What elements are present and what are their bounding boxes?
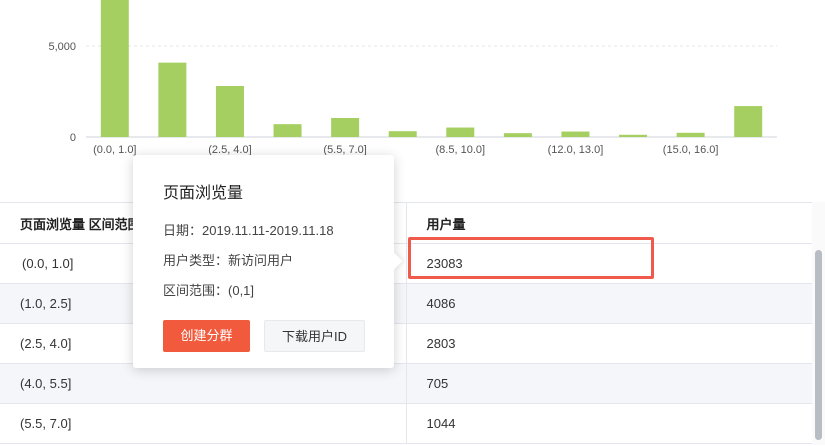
chart-x-tick-label: (8.5, 10.0]	[436, 144, 486, 156]
range-label: 区间范围：	[163, 283, 229, 298]
user-type-label: 用户类型：	[163, 253, 229, 268]
data-table-container: 页面浏览量 区间范围 用户量 (0.0, 1.0] 23083 (1.0, 2.…	[0, 202, 812, 446]
chart-bar[interactable]	[273, 124, 302, 137]
column-header-users[interactable]: 用户量	[406, 203, 812, 244]
bar-chart: 05,000 (0.0, 1.0] (2.5, 4.0] (5.5, 7.0] (8.…	[48, 0, 777, 156]
table-row[interactable]: (5.5, 7.0] 1044	[0, 403, 812, 444]
data-table: 页面浏览量 区间范围 用户量 (0.0, 1.0] 23083 (1.0, 2.…	[0, 203, 812, 444]
chart-y-tick-label: 0	[70, 132, 76, 144]
chart-bar[interactable]	[619, 134, 648, 137]
chart-y-ticks: 0 5,000	[48, 41, 76, 144]
chart-bar[interactable]	[676, 132, 705, 137]
popover-title: 页面浏览量	[163, 185, 244, 202]
cell-range[interactable]: (4.0, 5.5]	[0, 363, 407, 404]
chart-bars	[100, 0, 763, 138]
chart-bar[interactable]	[100, 0, 129, 137]
popover-range-row: 区间范围：(0,1]	[163, 280, 254, 299]
table-header-row: 页面浏览量 区间范围 用户量	[0, 203, 812, 244]
table-row[interactable]: (0.0, 1.0] 23083	[0, 243, 812, 284]
popover-date-row: 日期：2019.11.11-2019.11.18	[163, 220, 334, 239]
range-value: (0,1]	[228, 283, 255, 298]
create-segment-button[interactable]: 创建分群	[163, 320, 250, 352]
table-row[interactable]: (1.0, 2.5] 4086	[0, 283, 812, 324]
cell-users[interactable]: 1044	[406, 403, 812, 444]
chart-bar[interactable]	[215, 85, 244, 137]
scrollbar-thumb[interactable]	[815, 250, 822, 440]
cell-range[interactable]: (5.5, 7.0]	[0, 403, 407, 444]
date-value: 2019.11.11-2019.11.18	[202, 223, 334, 238]
chart-bar[interactable]	[331, 117, 360, 137]
chart-y-tick-label: 5,000	[48, 41, 76, 53]
cell-users[interactable]: 23083	[406, 243, 812, 284]
download-user-id-button[interactable]: 下载用户ID	[264, 320, 365, 352]
date-label: 日期：	[163, 223, 203, 238]
cell-users[interactable]: 4086	[406, 283, 812, 324]
chart-bar[interactable]	[388, 131, 417, 137]
table-row[interactable]: (2.5, 4.0] 2803	[0, 323, 812, 364]
chart-bar[interactable]	[561, 131, 590, 137]
chart-x-tick-label: (12.0, 13.0]	[548, 144, 604, 156]
cell-users[interactable]: 705	[406, 363, 812, 404]
chart-x-tick-label: (15.0, 16.0]	[663, 144, 719, 156]
bar-detail-popover: 页面浏览量 日期：2019.11.11-2019.11.18 用户类型：新访问用…	[133, 155, 403, 368]
chart-bar[interactable]	[734, 106, 763, 137]
cell-users[interactable]: 2803	[406, 323, 812, 364]
chart-bar[interactable]	[158, 62, 187, 138]
chart-bar[interactable]	[446, 127, 475, 137]
chart-x-tick-label: (0.0, 1.0]	[93, 144, 136, 156]
popover-user-type-row: 用户类型：新访问用户	[163, 250, 293, 269]
chart-grid	[86, 45, 777, 138]
user-type-value: 新访问用户	[228, 253, 294, 268]
chart-bar[interactable]	[503, 133, 532, 137]
table-row[interactable]: (4.0, 5.5] 705	[0, 363, 812, 404]
